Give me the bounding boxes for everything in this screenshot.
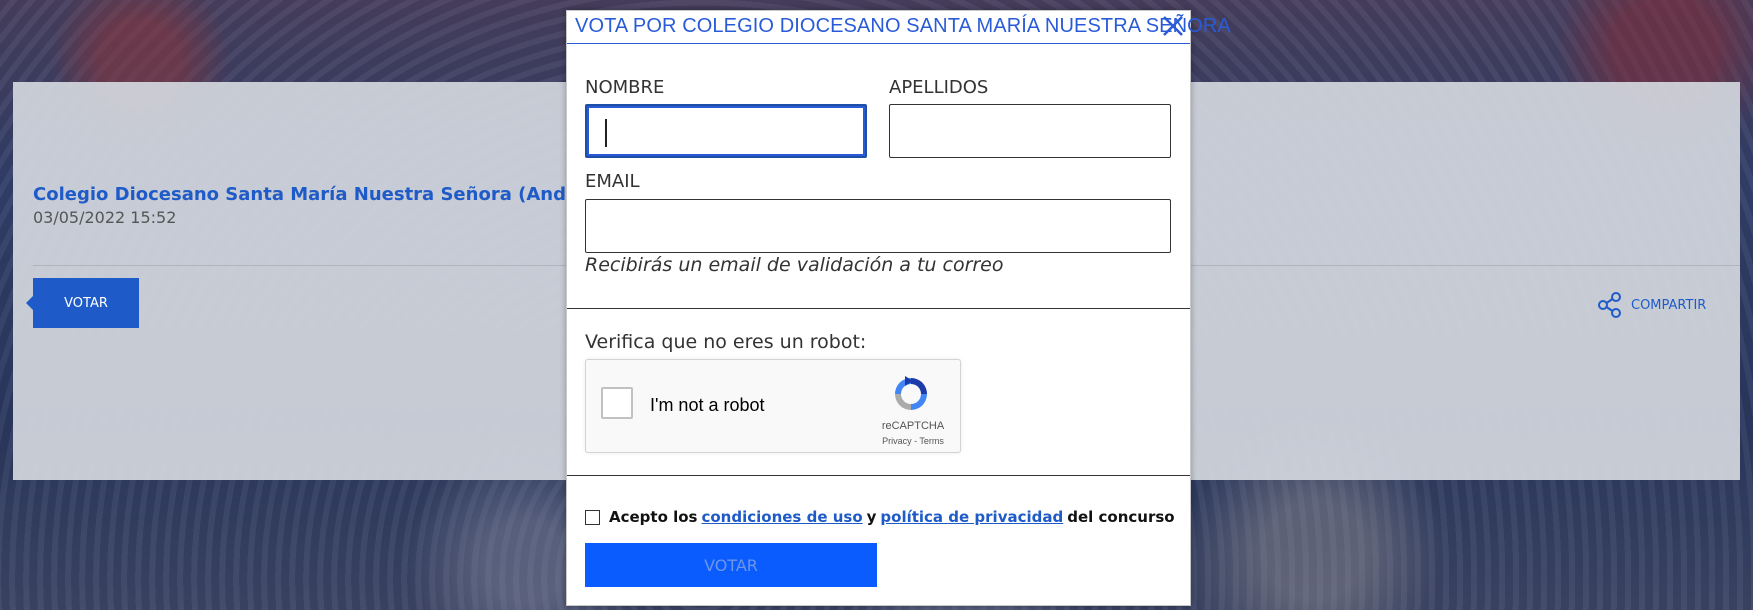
modal-header: VOTA POR COLEGIO DIOCESANO SANTA MARÍA N… [567,11,1231,44]
recaptcha-widget: I'm not a robot reCAPTCHA Privacy - Term… [585,359,961,453]
apellidos-input[interactable] [889,104,1171,158]
recaptcha-logo-icon [895,376,927,410]
recaptcha-brand: reCAPTCHA [881,420,945,432]
email-label: EMAIL [585,171,640,192]
email-input[interactable] [585,199,1171,253]
robot-label: Verifica que no eres un robot: [585,331,867,353]
recaptcha-text: I'm not a robot [650,395,765,415]
accept-prefix: Acepto los [609,508,698,526]
submit-vote-button[interactable]: VOTAR [585,543,877,587]
privacy-link[interactable]: política de privacidad [880,508,1063,526]
vote-button[interactable]: VOTAR [26,278,139,328]
section-divider [567,475,1190,476]
section-divider [567,308,1190,309]
school-name[interactable]: Colegio Diocesano Santa María Nuestra Se… [33,184,634,205]
vote-modal: VOTA POR COLEGIO DIOCESANO SANTA MARÍA N… [566,10,1231,606]
nombre-label: NOMBRE [585,77,665,98]
email-hint: Recibirás un email de validación a tu co… [585,254,1004,276]
share-label: COMPARTIR [1631,297,1707,313]
nombre-input[interactable] [585,104,867,158]
recaptcha-links[interactable]: Privacy - Terms [873,436,953,446]
terms-link[interactable]: condiciones de uso [701,508,862,526]
text-caret [605,119,607,147]
recaptcha-checkbox[interactable] [601,387,633,419]
accept-and: y [866,508,877,526]
publish-date: 03/05/2022 15:52 [33,208,177,227]
close-icon[interactable] [1160,13,1186,39]
modal-title: VOTA POR COLEGIO DIOCESANO SANTA MARÍA N… [575,15,1231,37]
accept-checkbox[interactable] [585,509,600,525]
share-icon [1598,292,1621,318]
accept-terms: Acepto los condiciones de uso y política… [585,508,1175,526]
accept-suffix: del concurso [1067,508,1175,526]
share-button[interactable]: COMPARTIR [1595,290,1706,320]
apellidos-label: APELLIDOS [889,77,989,98]
